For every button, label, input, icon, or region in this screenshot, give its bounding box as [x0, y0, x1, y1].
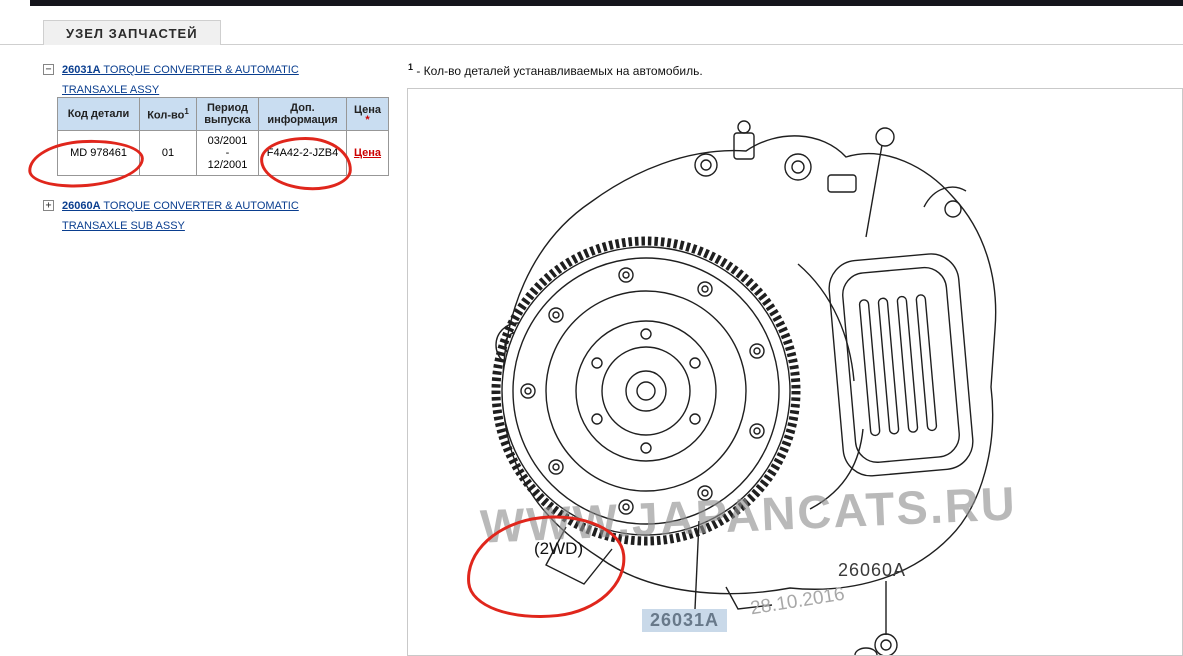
parts-table: Код детали Кол-во1 Период выпуска Доп. и…	[57, 97, 389, 176]
hotspot-label-26060a[interactable]: 26060A	[838, 560, 906, 581]
tree-expand-icon[interactable]: +	[43, 200, 54, 211]
top-bar	[30, 0, 1183, 6]
footnote: 1 - Кол-во деталей устанавливаемых на ав…	[408, 62, 703, 78]
cell-part-code: MD 978461	[57, 130, 140, 176]
column-header-period: Период выпуска	[196, 97, 259, 131]
cell-info: F4A42-2-JZB4	[258, 130, 347, 176]
cell-period: 03/2001 - 12/2001	[196, 130, 259, 176]
sub-assy-part	[854, 633, 898, 655]
drive-type-label: (2WD)	[534, 539, 584, 558]
table-header-row: Код детали Кол-во1 Период выпуска Доп. и…	[57, 97, 389, 131]
tree-link-26060a[interactable]: 26060A TORQUE CONVERTER & AUTOMATIC TRAN…	[62, 196, 314, 236]
column-header-qty: Кол-во1	[139, 97, 197, 131]
column-header-price: Цена *	[346, 97, 389, 131]
tab-parts-unit[interactable]: УЗЕЛ ЗАПЧАСТЕЙ	[43, 20, 221, 45]
page-root: УЗЕЛ ЗАПЧАСТЕЙ − 26031A TORQUE CONVERTER…	[0, 0, 1183, 656]
part-code-text: 26031A	[62, 64, 101, 76]
qty-footnote-mark: 1	[184, 106, 189, 116]
hotspot-label-26031a[interactable]: 26031A	[642, 609, 728, 632]
qty-header-text: Кол-во	[147, 109, 185, 122]
cell-price: Цена	[346, 130, 389, 176]
diagram-panel: WWW.JAPANCATS.RU (2WD) 26060A 26031A 28.…	[407, 88, 1183, 656]
footnote-text: - Кол-во деталей устанавливаемых на авто…	[413, 64, 703, 78]
price-footnote-mark: *	[365, 114, 370, 126]
column-header-part-code: Код детали	[57, 97, 140, 131]
cell-qty: 01	[139, 130, 197, 176]
tree-node-26060a: + 26060A TORQUE CONVERTER & AUTOMATIC TR…	[43, 196, 343, 236]
tree-node-26031a: − 26031A TORQUE CONVERTER & AUTOMATIC TR…	[43, 60, 343, 100]
part-code-text: 26060A	[62, 200, 101, 212]
transmission-drawing	[491, 120, 997, 655]
tree-collapse-icon[interactable]: −	[43, 64, 54, 75]
table-row: MD 978461 01 03/2001 - 12/2001 F4A42-2-J…	[57, 130, 389, 176]
tree-link-26031a[interactable]: 26031A TORQUE CONVERTER & AUTOMATIC TRAN…	[62, 60, 314, 100]
price-link[interactable]: Цена	[354, 147, 381, 159]
column-header-info: Доп. информация	[258, 97, 347, 131]
